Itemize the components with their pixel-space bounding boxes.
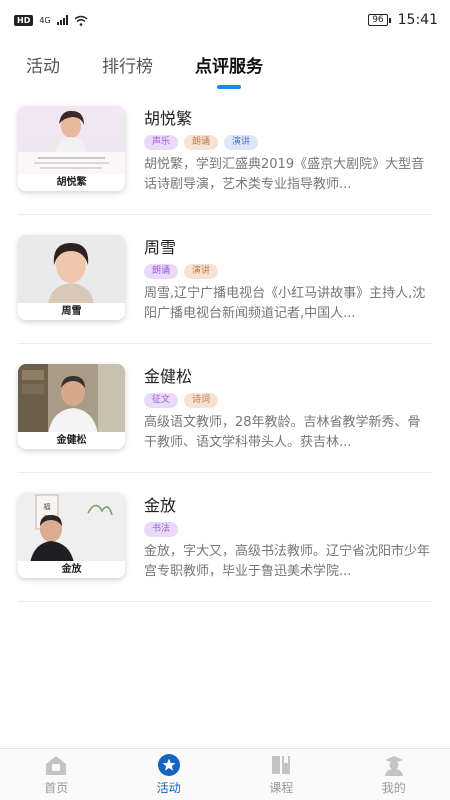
clock: 15:41 xyxy=(397,12,438,28)
star-icon xyxy=(156,753,182,777)
teacher-info: 金放 书法 金放，字大又，高级书法教师。辽宁省沈阳市少年宫专职教师，毕业于鲁迅美… xyxy=(144,493,432,582)
teacher-description: 胡悦繁，学到汇盛典2019《盛京大剧院》大型音话诗剧导演，艺术类专业指导教师..… xyxy=(144,157,425,192)
teacher-name: 金放 xyxy=(144,496,177,515)
nav-profile[interactable]: 我的 xyxy=(338,749,450,800)
signal-icon xyxy=(56,15,68,25)
status-left: HD 4G xyxy=(14,14,88,26)
tag: 演讲 xyxy=(184,264,219,279)
tab-activity[interactable]: 活动 xyxy=(26,53,60,83)
list-item[interactable]: 福 寿 金放 金放 书法 金放，字大又，高级书法教师。辽宁省沈阳市少年宫专职教师… xyxy=(18,473,432,602)
network-type: 4G xyxy=(39,15,51,25)
nav-activity[interactable]: 活动 xyxy=(113,749,226,800)
teacher-photo: 福 寿 金放 xyxy=(18,493,125,578)
tab-review-service[interactable]: 点评服务 xyxy=(195,53,263,89)
teacher-list: 胡悦繁 胡悦繁 声乐 朗诵 演讲 胡悦繁，学到汇盛典2019《盛京大剧院》大型音… xyxy=(18,86,432,602)
tab-label: 排行榜 xyxy=(102,57,153,77)
teacher-description: 金放，字大又，高级书法教师。辽宁省沈阳市少年宫专职教师，毕业于鲁迅美术学院... xyxy=(144,544,431,579)
nav-label: 首页 xyxy=(44,781,69,795)
hd-badge: HD xyxy=(14,14,34,26)
teacher-name: 胡悦繁 xyxy=(144,109,193,128)
svg-text:福: 福 xyxy=(44,502,51,511)
photo-caption: 金放 xyxy=(18,561,125,578)
teacher-info: 周雪 朗诵 演讲 周雪,辽宁广播电视台《小红马讲故事》主持人,沈阳广播电视台新闻… xyxy=(144,235,432,324)
tag: 书法 xyxy=(144,522,179,537)
tab-ranking[interactable]: 排行榜 xyxy=(102,53,153,83)
list-item[interactable]: 周雪 周雪 朗诵 演讲 周雪,辽宁广播电视台《小红马讲故事》主持人,沈阳广播电视… xyxy=(18,215,432,344)
status-bar: HD 4G 96 15:41 xyxy=(0,0,450,40)
tag: 朗诵 xyxy=(184,135,219,150)
battery-icon: 96 xyxy=(368,14,392,26)
photo-caption: 周雪 xyxy=(18,303,125,320)
tag-list: 书法 xyxy=(144,522,432,538)
teacher-description: 高级语文教师，28年教龄。吉林省教学新秀、骨干教师、语文学科带头人。获吉林... xyxy=(144,415,421,450)
tag: 声乐 xyxy=(144,135,179,150)
tag: 征文 xyxy=(144,393,179,408)
teacher-description: 周雪,辽宁广播电视台《小红马讲故事》主持人,沈阳广播电视台新闻频道记者,中国人.… xyxy=(144,286,426,321)
tag-list: 征文 诗词 xyxy=(144,393,432,409)
nav-home[interactable]: 首页 xyxy=(0,749,113,800)
home-icon xyxy=(43,753,69,777)
nav-label: 课程 xyxy=(269,781,294,795)
tag: 朗诵 xyxy=(144,264,179,279)
book-icon xyxy=(268,753,294,777)
tab-label: 点评服务 xyxy=(195,57,263,77)
teacher-name: 周雪 xyxy=(144,238,177,257)
top-tabs: 活动 排行榜 点评服务 xyxy=(0,48,450,89)
nav-label: 活动 xyxy=(156,781,181,795)
tag: 诗词 xyxy=(184,393,219,408)
tag-list: 声乐 朗诵 演讲 xyxy=(144,135,432,151)
photo-caption: 胡悦繁 xyxy=(18,174,125,191)
teacher-info: 金健松 征文 诗词 高级语文教师，28年教龄。吉林省教学新秀、骨干教师、语文学科… xyxy=(144,364,432,453)
list-item[interactable]: 金健松 金健松 征文 诗词 高级语文教师，28年教龄。吉林省教学新秀、骨干教师、… xyxy=(18,344,432,473)
tag-list: 朗诵 演讲 xyxy=(144,264,432,280)
teacher-photo: 胡悦繁 xyxy=(18,106,125,191)
status-right: 96 15:41 xyxy=(368,12,438,28)
nav-label: 我的 xyxy=(381,781,406,795)
tab-label: 活动 xyxy=(26,57,60,77)
teacher-info: 胡悦繁 声乐 朗诵 演讲 胡悦繁，学到汇盛典2019《盛京大剧院》大型音话诗剧导… xyxy=(144,106,432,195)
list-item[interactable]: 胡悦繁 胡悦繁 声乐 朗诵 演讲 胡悦繁，学到汇盛典2019《盛京大剧院》大型音… xyxy=(18,86,432,215)
teacher-name: 金健松 xyxy=(144,367,193,386)
tag: 演讲 xyxy=(224,135,259,150)
photo-caption: 金健松 xyxy=(18,432,125,449)
nav-course[interactable]: 课程 xyxy=(225,749,338,800)
teacher-photo: 金健松 xyxy=(18,364,125,449)
teacher-photo: 周雪 xyxy=(18,235,125,320)
bottom-nav: 首页 活动 课程 我的 xyxy=(0,748,450,800)
profile-icon xyxy=(381,753,407,777)
wifi-icon xyxy=(74,15,88,26)
